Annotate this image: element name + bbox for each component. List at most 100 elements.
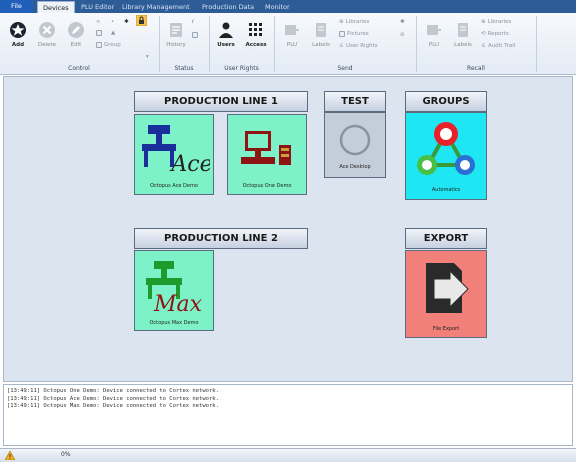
menu-bar: File Devices PLU Editor Library Manageme… (0, 0, 576, 13)
device-tile-octopus-ace-demo[interactable]: Ace Octopus Ace Demo (134, 114, 214, 195)
device-label: Automatics (431, 187, 461, 193)
send-labels-button[interactable]: Labels (308, 17, 334, 61)
device-canvas: PRODUCTION LINE 1 Ace Octopus Ace Demo O… (3, 76, 573, 382)
send-plu-button[interactable]: PLU (279, 17, 305, 61)
settings-button[interactable]: ✱ (124, 17, 129, 27)
device-label: File Export (432, 326, 460, 332)
reports-icon: ⟲ (481, 31, 486, 37)
control-group-label: Control (68, 65, 90, 72)
send-libraries-button[interactable]: ⊕ Libraries (339, 17, 369, 27)
history-button[interactable]: History (163, 17, 189, 61)
tab-production-data[interactable]: Production Data (197, 1, 259, 13)
user-rights-group-label: User Rights (224, 65, 259, 72)
recall-audit-trail-button[interactable]: ♙ Audit Trail (481, 41, 515, 51)
device-tile-octopus-one-demo[interactable]: Octopus One Demo (227, 114, 307, 195)
max-logo-text: Max (153, 292, 203, 315)
dot-icon: • (111, 19, 115, 25)
recall-libraries-button[interactable]: ⊕ Libraries (481, 17, 511, 27)
paste-icon: ▲ (111, 30, 116, 36)
device-tile-octopus-max-demo[interactable]: Max Octopus Max Demo (134, 250, 214, 331)
device-tile-file-export[interactable]: File Export (405, 250, 487, 338)
edit-icon (67, 21, 85, 39)
log-line: [13:49:11] Octopus Max Demo: Device conn… (7, 403, 219, 409)
copy-icon (96, 30, 102, 36)
device-label: Octopus Max Demo (149, 320, 199, 326)
access-button[interactable]: Access (243, 17, 269, 61)
link-icon: ∞ (96, 19, 101, 25)
delete-icon (38, 21, 56, 39)
send-group-label: Send (337, 65, 353, 72)
gear-icon: ✱ (400, 19, 405, 25)
device-tile-ace-desktop[interactable]: Ace Desktop (324, 112, 386, 178)
gear-icon: ✱ (124, 19, 129, 25)
max-scale-icon: Max (135, 259, 213, 315)
group-header-export[interactable]: EXPORT (405, 228, 487, 249)
ace-scale-icon: Ace (135, 123, 213, 179)
libraries-icon: ⊕ (481, 19, 486, 25)
ribbon: Add Delete Edit ∞ • ▲ Group ✱ ▾ Control … (0, 13, 576, 75)
info-icon: i (192, 19, 194, 25)
edit-button[interactable]: Edit (63, 17, 89, 61)
chevron-down-icon: ▾ (146, 54, 149, 60)
status-group-label: Status (174, 65, 194, 72)
paste-button[interactable]: ▲ (111, 28, 115, 38)
pictures-icon (339, 31, 345, 37)
group-header-production-line-1[interactable]: PRODUCTION LINE 1 (134, 91, 308, 112)
status-bar: 0% (0, 448, 576, 462)
device-label: Octopus One Demo (242, 183, 292, 189)
tab-monitor[interactable]: Monitor (260, 1, 295, 13)
group-button[interactable]: Group (96, 40, 121, 50)
labels-icon (312, 21, 330, 39)
lock-button[interactable] (136, 14, 147, 26)
file-export-icon (406, 259, 486, 319)
add-device-icon (9, 21, 27, 39)
cancel-icon: ⊘ (400, 32, 405, 38)
lock-icon (136, 14, 147, 26)
group-header-production-line-2[interactable]: PRODUCTION LINE 2 (134, 228, 308, 249)
send-user-rights-button[interactable]: ♙ User Rights (339, 41, 378, 51)
group-header-groups[interactable]: GROUPS (405, 91, 487, 112)
tab-devices[interactable]: Devices (37, 1, 75, 13)
labels-icon (454, 21, 472, 39)
user-icon (217, 21, 235, 39)
group-dropdown-toggle[interactable]: ▾ (146, 52, 149, 62)
event-log[interactable]: [13:49:11] Octopus One Demo: Device conn… (3, 384, 573, 446)
users-button[interactable]: Users (213, 17, 239, 61)
delete-button[interactable]: Delete (34, 17, 60, 61)
note-button[interactable] (192, 30, 198, 40)
access-grid-icon (247, 21, 265, 39)
libraries-icon: ⊕ (339, 19, 344, 25)
device-tile-automatics[interactable]: Automatics (405, 112, 487, 200)
dot-button[interactable]: • (111, 17, 114, 27)
send-settings-button[interactable]: ✱ (400, 17, 405, 27)
tab-file[interactable]: File (0, 0, 33, 13)
link-button[interactable]: ∞ (96, 17, 101, 27)
send-cancel-button[interactable]: ⊘ (400, 30, 405, 40)
group-header-test[interactable]: TEST (324, 91, 386, 112)
add-button[interactable]: Add (5, 17, 31, 61)
tab-plu-editor[interactable]: PLU Editor (76, 1, 119, 13)
device-label: Octopus Ace Demo (150, 183, 198, 189)
warning-icon[interactable] (5, 451, 15, 460)
note-icon (192, 32, 198, 38)
ribbon-separator (536, 16, 537, 72)
user-rights-icon: ♙ (339, 43, 344, 49)
plu-icon (425, 21, 443, 39)
audit-trail-icon: ♙ (481, 43, 486, 49)
send-pictures-button[interactable]: Pictures (339, 29, 369, 39)
device-label: Ace Desktop (339, 164, 371, 170)
group-icon (96, 42, 102, 48)
log-line: [13:49:11] Octopus One Demo: Device conn… (7, 388, 219, 394)
recall-group-label: Recall (467, 65, 485, 72)
ace-logo-text: Ace (169, 152, 210, 177)
info-button[interactable]: i (192, 17, 194, 27)
copy-button[interactable] (96, 28, 102, 38)
recall-labels-button[interactable]: Labels (450, 17, 476, 61)
tab-library-management[interactable]: Library Management (117, 1, 195, 13)
progress-percent: 0% (61, 451, 71, 458)
log-line: [13:49:11] Octopus Ace Demo: Device conn… (7, 395, 219, 402)
plu-icon (283, 21, 301, 39)
recall-reports-button[interactable]: ⟲ Reports (481, 29, 509, 39)
automatics-cycle-icon (406, 119, 486, 181)
recall-plu-button[interactable]: PLU (421, 17, 447, 61)
